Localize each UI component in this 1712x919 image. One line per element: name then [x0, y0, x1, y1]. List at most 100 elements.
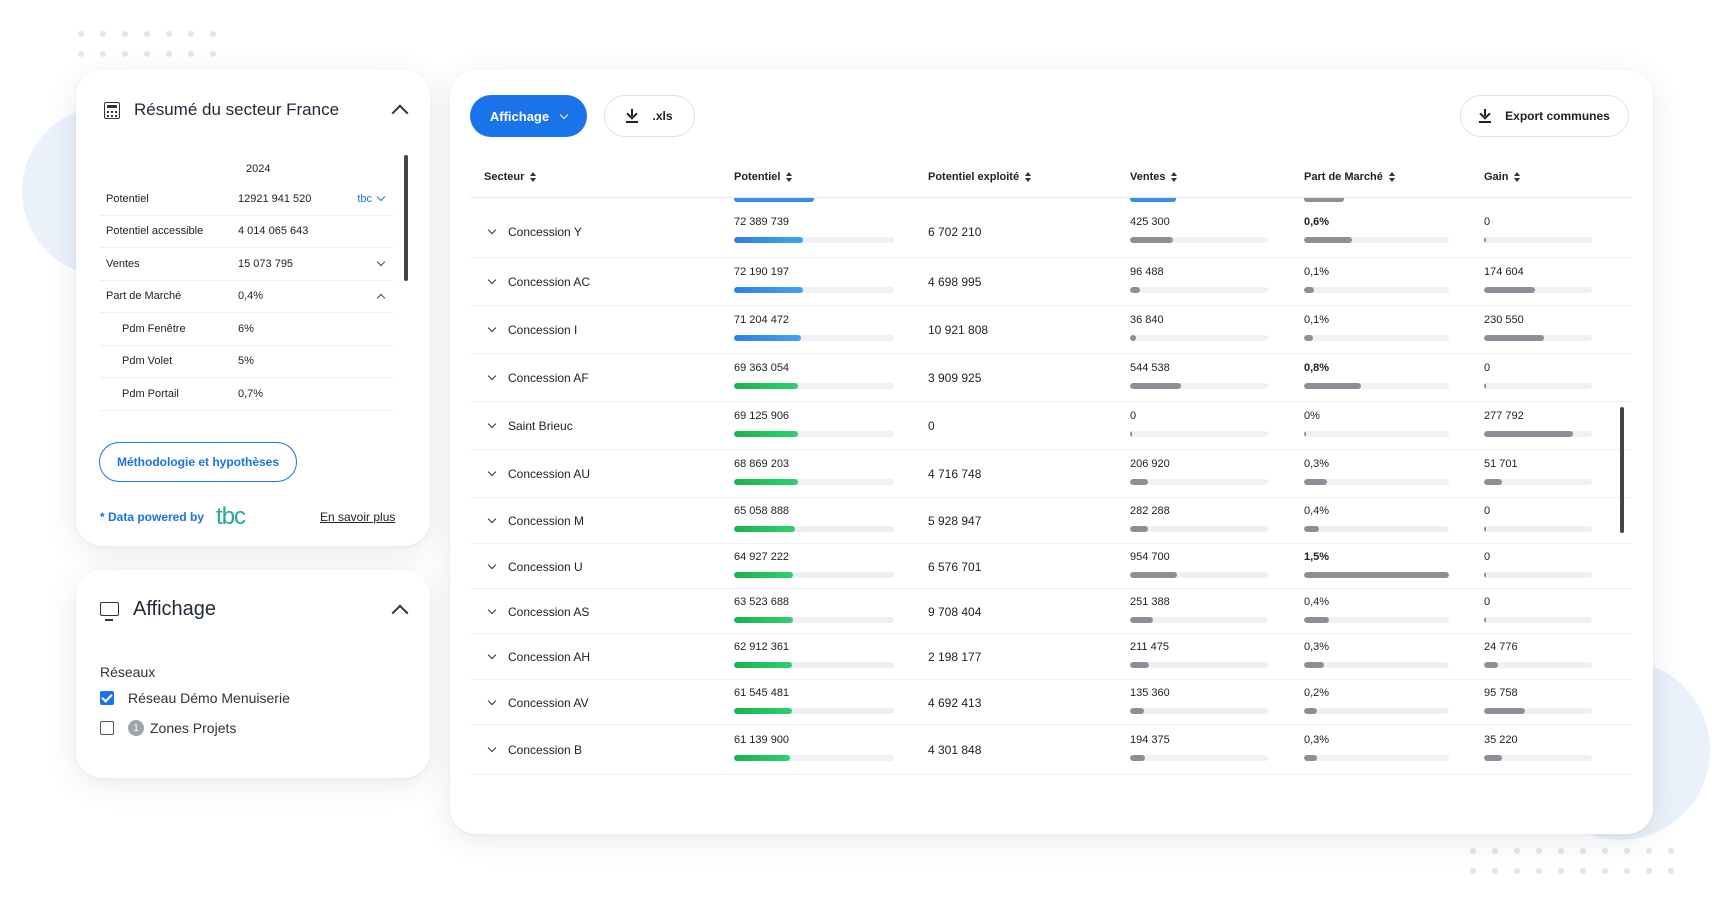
chevron-down-icon[interactable]: [487, 605, 497, 615]
chevron-down-icon[interactable]: [376, 193, 386, 202]
potentiel-bar-fill: [734, 479, 798, 485]
gain-bar-fill: [1484, 708, 1526, 714]
sector-name[interactable]: Concession AS: [508, 605, 589, 619]
part-de-marche-bar-track: [1304, 287, 1449, 293]
sort-icon[interactable]: [1389, 172, 1395, 182]
sector-name[interactable]: Concession B: [508, 743, 582, 757]
powered-by-label: * Data powered by: [100, 510, 205, 524]
table-row[interactable]: Concession AC 72 190 197 4 698 995 96 488 0,…: [470, 258, 1632, 306]
potentiel-value: 69 363 054: [734, 362, 790, 374]
sector-name[interactable]: Concession AC: [508, 275, 590, 289]
chevron-down-icon[interactable]: [487, 514, 497, 524]
table-row[interactable]: Concession AV 61 545 481 4 692 413 135 360 0…: [470, 680, 1632, 725]
table-row[interactable]: Concession B 61 139 900 4 301 848 194 375 0,…: [470, 725, 1632, 775]
learn-more-link[interactable]: En savoir plus: [320, 510, 395, 524]
chevron-down-icon[interactable]: [487, 467, 497, 477]
table-row[interactable]: Concession Y 72 389 739 6 702 210 425 300 0,…: [470, 206, 1632, 258]
part-de-marche-value: 0,3%: [1304, 458, 1330, 470]
part-de-marche-bar-track: [1304, 572, 1449, 578]
gain-value: 24 776: [1484, 641, 1518, 653]
sector-name[interactable]: Concession I: [508, 323, 577, 337]
column-header-secteur[interactable]: Secteur: [484, 171, 536, 183]
table-row[interactable]: Concession AS 63 523 688 9 708 404 251 388 0…: [470, 589, 1632, 634]
part-de-marche-value: 0%: [1304, 410, 1320, 422]
scrolled-row-bar: [1304, 198, 1344, 202]
display-header[interactable]: Affichage: [100, 598, 409, 621]
network-option[interactable]: Réseau Démo Menuiserie: [100, 690, 290, 706]
ventes-bar-track: [1130, 383, 1268, 389]
ventes-bar-fill: [1130, 708, 1144, 714]
sector-name[interactable]: Concession M: [508, 514, 584, 528]
export-communes-button[interactable]: Export communes: [1460, 95, 1629, 137]
table-row[interactable]: Saint Brieuc 69 125 906 0 0 0% 277 792: [470, 402, 1632, 450]
source-tag[interactable]: tbc: [357, 193, 372, 205]
table-row[interactable]: Concession AU 68 869 203 4 716 748 206 920 0…: [470, 450, 1632, 498]
checkbox-checked-icon[interactable]: [100, 691, 114, 705]
potentiel-exploite-value: 2 198 177: [928, 650, 982, 664]
column-header-ventes[interactable]: Ventes: [1130, 171, 1177, 183]
sector-name[interactable]: Concession Y: [508, 225, 582, 239]
decorative-dot: [210, 51, 216, 57]
chevron-down-icon[interactable]: [487, 225, 497, 235]
summary-row[interactable]: Potentiel 12921 941 520 tbc: [100, 183, 394, 216]
checkbox-icon[interactable]: [100, 721, 114, 735]
chevron-down-icon[interactable]: [487, 743, 497, 753]
ventes-value: 0: [1130, 410, 1137, 422]
chevron-down-icon[interactable]: [487, 560, 497, 570]
summary-row[interactable]: Part de Marché 0,4%: [100, 281, 394, 313]
ventes-value: 211 475: [1130, 641, 1169, 653]
sector-name[interactable]: Concession AV: [508, 696, 589, 710]
table-row[interactable]: Concession I 71 204 472 10 921 808 36 840 0,…: [470, 306, 1632, 354]
chevron-down-icon[interactable]: [487, 371, 497, 381]
sector-name[interactable]: Concession U: [508, 560, 583, 574]
potentiel-value: 72 389 739: [734, 216, 790, 228]
potentiel-bar-track: [734, 662, 894, 668]
sort-icon[interactable]: [530, 172, 536, 182]
part-de-marche-bar-track: [1304, 755, 1449, 761]
decorative-dots: [1470, 848, 1674, 874]
gain-bar-track: [1484, 237, 1592, 243]
potentiel-value: 65 058 888: [734, 505, 790, 517]
column-header-part-de-marche[interactable]: Part de Marché: [1304, 171, 1395, 183]
chevron-down-icon[interactable]: [487, 275, 497, 285]
sort-icon[interactable]: [1025, 172, 1031, 182]
sort-icon[interactable]: [1171, 172, 1177, 182]
gain-bar-fill: [1484, 237, 1486, 243]
gain-bar-track: [1484, 617, 1592, 623]
chevron-down-icon[interactable]: [487, 696, 497, 706]
network-option[interactable]: 1 Zones Projets: [100, 720, 236, 736]
networks-label: Réseaux: [100, 664, 156, 680]
potentiel-exploite-value: 10 921 808: [928, 323, 989, 337]
column-header-potentiel-exploite[interactable]: Potentiel exploité: [928, 171, 1031, 183]
chevron-down-icon[interactable]: [487, 323, 497, 333]
sector-name[interactable]: Saint Brieuc: [508, 419, 573, 433]
chevron-down-icon[interactable]: [376, 258, 386, 267]
display-dropdown-button[interactable]: Affichage: [470, 95, 587, 137]
sector-name[interactable]: Concession AF: [508, 371, 589, 385]
sort-icon[interactable]: [786, 172, 792, 182]
table-row[interactable]: Concession AF 69 363 054 3 909 925 544 538 0…: [470, 354, 1632, 402]
summary-header[interactable]: Résumé du secteur France: [104, 100, 409, 122]
summary-row[interactable]: Ventes 15 073 795: [100, 248, 394, 281]
display-card: Affichage Réseaux Réseau Démo Menuiserie…: [76, 570, 430, 778]
sort-icon[interactable]: [1514, 172, 1520, 182]
chevron-up-icon[interactable]: [391, 104, 409, 122]
table-row[interactable]: Concession U 64 927 222 6 576 701 954 700 1,…: [470, 544, 1632, 589]
decorative-dot: [1558, 868, 1564, 874]
table-scrollbar[interactable]: [1620, 407, 1624, 533]
chevron-down-icon[interactable]: [487, 419, 497, 429]
sector-name[interactable]: Concession AU: [508, 467, 590, 481]
part-de-marche-bar-fill: [1304, 755, 1318, 761]
sector-name[interactable]: Concession AH: [508, 650, 590, 664]
chevron-up-icon[interactable]: [376, 293, 386, 302]
table-row[interactable]: Concession AH 62 912 361 2 198 177 211 475 0…: [470, 634, 1632, 680]
methodology-button[interactable]: Méthodologie et hypothèses: [99, 442, 298, 482]
table-row[interactable]: Concession M 65 058 888 5 928 947 282 288 0,…: [470, 498, 1632, 544]
column-header-gain[interactable]: Gain: [1484, 171, 1520, 183]
chevron-down-icon[interactable]: [487, 650, 497, 660]
export-xls-button[interactable]: .xls: [604, 95, 695, 137]
column-header-potentiel[interactable]: Potentiel: [734, 171, 792, 183]
decorative-dot: [122, 31, 128, 37]
summary-scrollbar[interactable]: [404, 155, 408, 281]
chevron-up-icon[interactable]: [391, 604, 409, 621]
